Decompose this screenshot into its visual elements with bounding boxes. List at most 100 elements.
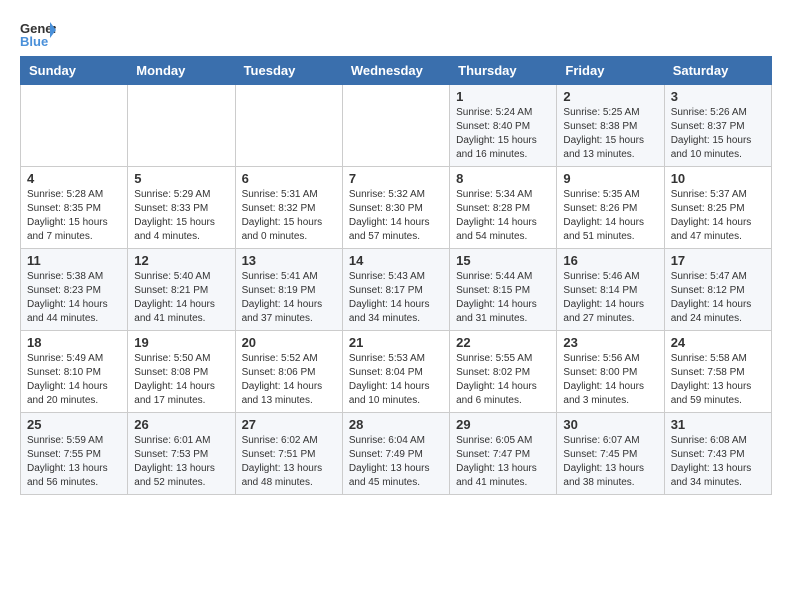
day-number: 24 xyxy=(671,335,765,350)
day-number: 14 xyxy=(349,253,443,268)
calendar-header: SundayMondayTuesdayWednesdayThursdayFrid… xyxy=(21,57,772,85)
day-number: 3 xyxy=(671,89,765,104)
day-number: 2 xyxy=(563,89,657,104)
day-info: Sunrise: 5:34 AM Sunset: 8:28 PM Dayligh… xyxy=(456,188,550,244)
day-info: Sunrise: 5:35 AM Sunset: 8:26 PM Dayligh… xyxy=(563,188,657,244)
weekday-header-row: SundayMondayTuesdayWednesdayThursdayFrid… xyxy=(21,57,772,85)
weekday-header-thursday: Thursday xyxy=(450,57,557,85)
calendar-cell xyxy=(21,85,128,167)
calendar-cell: 14 Sunrise: 5:43 AM Sunset: 8:17 PM Dayli… xyxy=(342,249,449,331)
calendar-cell: 7 Sunrise: 5:32 AM Sunset: 8:30 PM Daylig… xyxy=(342,167,449,249)
calendar-cell: 26 Sunrise: 6:01 AM Sunset: 7:53 PM Dayli… xyxy=(128,413,235,495)
day-info: Sunrise: 5:50 AM Sunset: 8:08 PM Dayligh… xyxy=(134,352,228,408)
calendar-cell: 16 Sunrise: 5:46 AM Sunset: 8:14 PM Dayli… xyxy=(557,249,664,331)
day-number: 13 xyxy=(242,253,336,268)
calendar-cell: 9 Sunrise: 5:35 AM Sunset: 8:26 PM Daylig… xyxy=(557,167,664,249)
calendar-cell: 10 Sunrise: 5:37 AM Sunset: 8:25 PM Dayli… xyxy=(664,167,771,249)
day-number: 9 xyxy=(563,171,657,186)
day-info: Sunrise: 5:40 AM Sunset: 8:21 PM Dayligh… xyxy=(134,270,228,326)
calendar-cell: 15 Sunrise: 5:44 AM Sunset: 8:15 PM Dayli… xyxy=(450,249,557,331)
day-info: Sunrise: 5:37 AM Sunset: 8:25 PM Dayligh… xyxy=(671,188,765,244)
logo: General Blue xyxy=(20,20,56,48)
day-number: 5 xyxy=(134,171,228,186)
calendar-cell: 22 Sunrise: 5:55 AM Sunset: 8:02 PM Dayli… xyxy=(450,331,557,413)
calendar-cell: 23Sunrise: 5:56 AM Sunset: 8:00 PM Dayli… xyxy=(557,331,664,413)
svg-text:Blue: Blue xyxy=(20,34,48,48)
day-info: Sunrise: 5:29 AM Sunset: 8:33 PM Dayligh… xyxy=(134,188,228,244)
day-number: 28 xyxy=(349,417,443,432)
day-info: Sunrise: 5:24 AM Sunset: 8:40 PM Dayligh… xyxy=(456,106,550,162)
weekday-header-friday: Friday xyxy=(557,57,664,85)
day-info: Sunrise: 6:02 AM Sunset: 7:51 PM Dayligh… xyxy=(242,434,336,490)
weekday-header-saturday: Saturday xyxy=(664,57,771,85)
page-header: General Blue xyxy=(20,20,772,48)
day-info: Sunrise: 5:47 AM Sunset: 8:12 PM Dayligh… xyxy=(671,270,765,326)
day-number: 7 xyxy=(349,171,443,186)
day-info: Sunrise: 6:05 AM Sunset: 7:47 PM Dayligh… xyxy=(456,434,550,490)
calendar-cell: 1 Sunrise: 5:24 AM Sunset: 8:40 PM Daylig… xyxy=(450,85,557,167)
calendar-cell: 21 Sunrise: 5:53 AM Sunset: 8:04 PM Dayli… xyxy=(342,331,449,413)
calendar-cell: 5 Sunrise: 5:29 AM Sunset: 8:33 PM Daylig… xyxy=(128,167,235,249)
day-number: 1 xyxy=(456,89,550,104)
day-info: Sunrise: 5:26 AM Sunset: 8:37 PM Dayligh… xyxy=(671,106,765,162)
day-info: Sunrise: 6:04 AM Sunset: 7:49 PM Dayligh… xyxy=(349,434,443,490)
calendar-cell: 27 Sunrise: 6:02 AM Sunset: 7:51 PM Dayli… xyxy=(235,413,342,495)
day-info: Sunrise: 6:01 AM Sunset: 7:53 PM Dayligh… xyxy=(134,434,228,490)
weekday-header-monday: Monday xyxy=(128,57,235,85)
day-number: 20 xyxy=(242,335,336,350)
day-info: Sunrise: 5:31 AM Sunset: 8:32 PM Dayligh… xyxy=(242,188,336,244)
calendar-cell: 17Sunrise: 5:47 AM Sunset: 8:12 PM Dayli… xyxy=(664,249,771,331)
day-info: Sunrise: 5:44 AM Sunset: 8:15 PM Dayligh… xyxy=(456,270,550,326)
day-info: Sunrise: 5:25 AM Sunset: 8:38 PM Dayligh… xyxy=(563,106,657,162)
calendar-cell: 29 Sunrise: 6:05 AM Sunset: 7:47 PM Dayli… xyxy=(450,413,557,495)
calendar-cell: 6Sunrise: 5:31 AM Sunset: 8:32 PM Daylig… xyxy=(235,167,342,249)
day-number: 22 xyxy=(456,335,550,350)
calendar-cell: 8 Sunrise: 5:34 AM Sunset: 8:28 PM Daylig… xyxy=(450,167,557,249)
calendar-cell xyxy=(235,85,342,167)
calendar-week-3: 11Sunrise: 5:38 AM Sunset: 8:23 PM Dayli… xyxy=(21,249,772,331)
calendar-cell: 20Sunrise: 5:52 AM Sunset: 8:06 PM Dayli… xyxy=(235,331,342,413)
day-number: 15 xyxy=(456,253,550,268)
day-number: 29 xyxy=(456,417,550,432)
day-info: Sunrise: 5:46 AM Sunset: 8:14 PM Dayligh… xyxy=(563,270,657,326)
day-number: 25 xyxy=(27,417,121,432)
calendar-cell: 28 Sunrise: 6:04 AM Sunset: 7:49 PM Dayli… xyxy=(342,413,449,495)
day-number: 26 xyxy=(134,417,228,432)
day-info: Sunrise: 5:43 AM Sunset: 8:17 PM Dayligh… xyxy=(349,270,443,326)
day-info: Sunrise: 5:55 AM Sunset: 8:02 PM Dayligh… xyxy=(456,352,550,408)
day-info: Sunrise: 6:07 AM Sunset: 7:45 PM Dayligh… xyxy=(563,434,657,490)
day-number: 21 xyxy=(349,335,443,350)
day-number: 12 xyxy=(134,253,228,268)
day-info: Sunrise: 5:41 AM Sunset: 8:19 PM Dayligh… xyxy=(242,270,336,326)
calendar-table: SundayMondayTuesdayWednesdayThursdayFrid… xyxy=(20,56,772,495)
day-info: Sunrise: 5:28 AM Sunset: 8:35 PM Dayligh… xyxy=(27,188,121,244)
calendar-cell: 2 Sunrise: 5:25 AM Sunset: 8:38 PM Daylig… xyxy=(557,85,664,167)
day-info: Sunrise: 5:32 AM Sunset: 8:30 PM Dayligh… xyxy=(349,188,443,244)
calendar-cell: 25 Sunrise: 5:59 AM Sunset: 7:55 PM Dayli… xyxy=(21,413,128,495)
calendar-week-5: 25 Sunrise: 5:59 AM Sunset: 7:55 PM Dayli… xyxy=(21,413,772,495)
day-number: 30 xyxy=(563,417,657,432)
day-number: 10 xyxy=(671,171,765,186)
calendar-cell: 24Sunrise: 5:58 AM Sunset: 7:58 PM Dayli… xyxy=(664,331,771,413)
day-info: Sunrise: 5:59 AM Sunset: 7:55 PM Dayligh… xyxy=(27,434,121,490)
day-info: Sunrise: 5:53 AM Sunset: 8:04 PM Dayligh… xyxy=(349,352,443,408)
weekday-header-tuesday: Tuesday xyxy=(235,57,342,85)
day-number: 4 xyxy=(27,171,121,186)
calendar-cell: 3 Sunrise: 5:26 AM Sunset: 8:37 PM Daylig… xyxy=(664,85,771,167)
day-info: Sunrise: 5:56 AM Sunset: 8:00 PM Dayligh… xyxy=(563,352,657,408)
calendar-body: 1 Sunrise: 5:24 AM Sunset: 8:40 PM Daylig… xyxy=(21,85,772,495)
day-number: 27 xyxy=(242,417,336,432)
calendar-cell xyxy=(128,85,235,167)
calendar-week-2: 4 Sunrise: 5:28 AM Sunset: 8:35 PM Daylig… xyxy=(21,167,772,249)
day-number: 31 xyxy=(671,417,765,432)
day-number: 11 xyxy=(27,253,121,268)
calendar-cell xyxy=(342,85,449,167)
day-number: 8 xyxy=(456,171,550,186)
logo-icon: General Blue xyxy=(20,20,56,48)
calendar-cell: 13 Sunrise: 5:41 AM Sunset: 8:19 PM Dayli… xyxy=(235,249,342,331)
day-number: 16 xyxy=(563,253,657,268)
calendar-week-4: 18Sunrise: 5:49 AM Sunset: 8:10 PM Dayli… xyxy=(21,331,772,413)
calendar-cell: 31Sunrise: 6:08 AM Sunset: 7:43 PM Dayli… xyxy=(664,413,771,495)
day-number: 18 xyxy=(27,335,121,350)
calendar-cell: 11Sunrise: 5:38 AM Sunset: 8:23 PM Dayli… xyxy=(21,249,128,331)
